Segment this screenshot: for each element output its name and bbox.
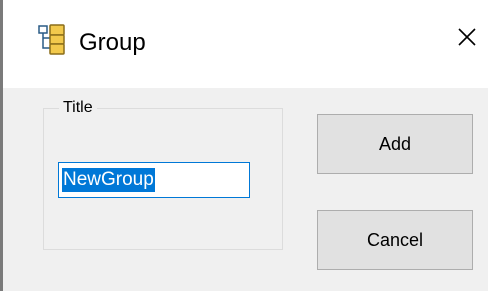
add-button[interactable]: Add — [317, 114, 473, 174]
group-dialog: Group Title NewGroup Add Cancel — [0, 0, 488, 291]
cancel-button[interactable]: Cancel — [317, 210, 473, 270]
window-title: Group — [79, 29, 146, 56]
close-button[interactable] — [446, 18, 488, 60]
title-group-box: Title NewGroup — [43, 99, 283, 250]
title-input[interactable]: NewGroup — [58, 162, 250, 198]
title-bar[interactable]: Group — [3, 0, 488, 88]
group-tree-icon — [38, 24, 72, 56]
group-box-legend: Title — [59, 99, 97, 117]
dialog-client-area: Title NewGroup Add Cancel — [3, 88, 488, 291]
title-input-value[interactable]: NewGroup — [62, 168, 155, 192]
close-icon — [457, 27, 477, 52]
